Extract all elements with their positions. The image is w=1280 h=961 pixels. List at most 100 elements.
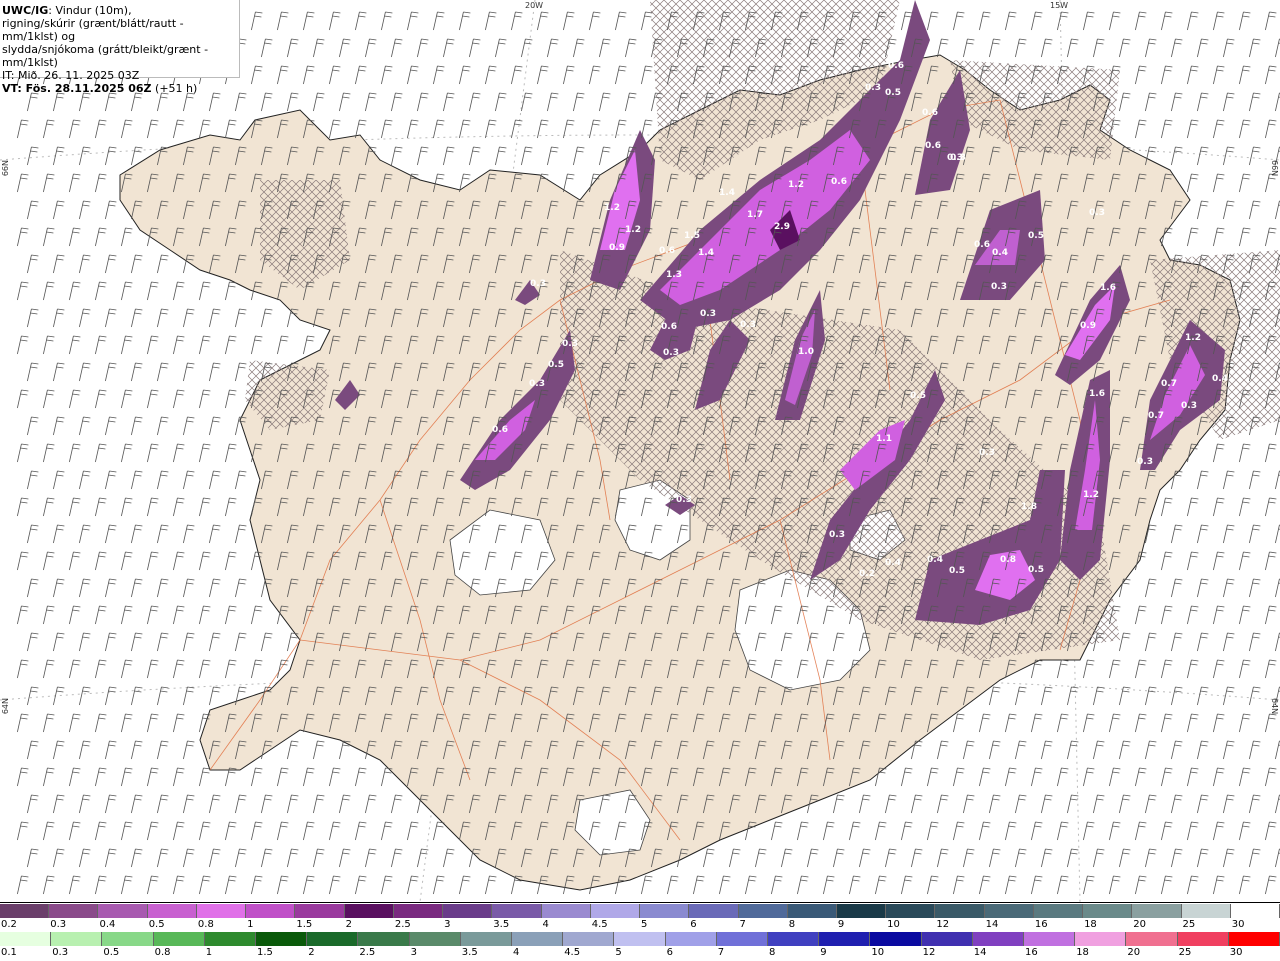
precip-value-label: 0.7 <box>1148 411 1164 421</box>
snow-label: 6 <box>690 919 697 930</box>
snow-label: 0.2 <box>1 919 17 930</box>
precip-value-label: 0.7 <box>1161 379 1177 389</box>
rain-colorbar-labels: 0.1 0.3 0.5 0.8 1 1.5 2 2.5 3 3.5 4 4.5 5 6 7 8 9 10 12 14 1… <box>0 947 1280 959</box>
snow-swatch <box>492 904 542 918</box>
rain-label: 2.5 <box>359 947 376 958</box>
snow-swatch <box>246 904 296 918</box>
precip-value-label: 0.5 <box>1028 231 1044 241</box>
valid-time: VT: Fös. 28.11.2025 06Z <box>2 82 152 95</box>
rain-label: 3 <box>410 947 417 958</box>
precip-value-label: 0.3 <box>865 83 881 93</box>
rain-swatch <box>972 932 1025 946</box>
rain-swatch <box>768 932 820 946</box>
precip-value-label: 0.3 <box>991 282 1007 292</box>
snow-swatch <box>196 904 247 918</box>
precip-value-label: 0.3 <box>979 448 995 458</box>
rain-label: 18 <box>1076 947 1089 958</box>
rain-label: 1.5 <box>257 947 273 958</box>
precip-value-label: 0.6 <box>925 141 941 151</box>
lat-label-66n-right: 66N <box>1270 160 1279 177</box>
snow-label: 0.5 <box>148 919 165 930</box>
snow-label: 0.8 <box>197 919 214 930</box>
snow-label: 7 <box>739 919 746 930</box>
rain-swatch <box>256 932 308 946</box>
precip-value-label: 1.4 <box>719 188 735 198</box>
rain-label: 16 <box>1025 947 1038 958</box>
snow-label: 2.5 <box>394 919 411 930</box>
snow-label: 0.4 <box>99 919 116 930</box>
rain-label: 7 <box>717 947 725 958</box>
precip-value-label: 0.3 <box>1137 457 1153 467</box>
precip-value-label: 0.6 <box>492 425 508 435</box>
snow-label: 20 <box>1133 919 1147 930</box>
weather-map: 0.60.30.50.60.60.31.21.20.91.41.21.72.91… <box>0 0 1280 902</box>
precip-value-label: 0.3 <box>700 309 716 319</box>
snow-swatch <box>98 904 148 918</box>
rain-label: 14 <box>973 947 987 958</box>
snow-swatch <box>984 904 1034 918</box>
precip-value-label: 0.9 <box>1080 321 1096 331</box>
precip-value-label: 0.2 <box>859 569 875 579</box>
precip-value-label: 1.7 <box>747 210 763 220</box>
snow-swatch <box>935 904 985 918</box>
rain-label: 0.3 <box>52 947 69 958</box>
snow-label: 4 <box>542 919 549 930</box>
precip-value-label: 1.5 <box>684 231 700 241</box>
snow-label: 9 <box>837 919 845 930</box>
precip-value-label: 0.4 <box>1212 374 1228 384</box>
rain-label: 9 <box>820 947 827 958</box>
snow-label: 25 <box>1182 919 1196 930</box>
precip-value-label: 0.4 <box>992 248 1008 258</box>
snow-swatch <box>344 904 394 918</box>
snow-colorbar <box>0 904 1280 918</box>
product-desc-2: rigning/skúrir (grænt/blátt/rautt - mm/1… <box>2 17 184 43</box>
snow-swatch <box>590 904 641 918</box>
lat-label-64n-right: 64N <box>1270 698 1279 715</box>
rain-swatch <box>870 932 922 946</box>
rain-label: 4 <box>513 947 520 958</box>
precip-value-label: 0.6 <box>888 61 904 71</box>
rain-label: 2 <box>308 947 315 958</box>
precip-value-label: 0.3 <box>1089 208 1105 218</box>
rain-swatch <box>716 932 769 946</box>
precip-value-label: 0.9 <box>609 243 625 253</box>
lat-label-64n-left: 64N <box>1 698 10 715</box>
precip-value-label: 1.2 <box>604 203 620 213</box>
snow-label: 10 <box>887 919 900 930</box>
rain-swatch <box>665 932 717 946</box>
rain-swatch <box>0 932 52 946</box>
precip-value-label: 0.3 <box>947 153 963 163</box>
precip-value-label: 0.3 <box>530 279 546 289</box>
rain-label: 0.5 <box>103 947 120 958</box>
snow-swatch <box>1033 904 1084 918</box>
snow-swatch <box>836 904 887 918</box>
product-desc-3: slydda/snjókoma (grátt/bleikt/grænt - mm… <box>2 43 209 69</box>
precip-value-label: 0.4 <box>885 558 901 568</box>
snow-swatch <box>738 904 788 918</box>
precip-legend: 0.2 0.3 0.4 0.5 0.8 1 1.5 2 2.5 3 3.5 4 4.5 5 6 7 8 9 10 12… <box>0 902 1280 961</box>
snow-swatch <box>443 904 493 918</box>
rain-swatch <box>921 932 973 946</box>
precip-value-label: 0.5 <box>885 88 901 98</box>
snow-swatch <box>787 904 837 918</box>
rain-label: 25 <box>1178 947 1192 958</box>
lon-label-20w: 20W <box>525 1 544 10</box>
precip-value-label: 0.3 <box>740 320 756 330</box>
rain-label: 5 <box>615 947 622 958</box>
snow-label: 1.5 <box>296 919 313 930</box>
snow-swatch <box>640 904 690 918</box>
product-desc-1: : Vindur (10m), <box>48 4 132 17</box>
rain-label: 6 <box>666 947 673 958</box>
rain-swatch <box>819 932 871 946</box>
rain-swatch <box>153 932 205 946</box>
snow-swatch <box>393 904 444 918</box>
rain-label: 10 <box>871 947 885 958</box>
rain-label: 0.8 <box>154 947 171 958</box>
rain-swatch <box>102 932 154 946</box>
precip-value-label: 1.3 <box>666 270 682 280</box>
precip-value-label: 1.2 <box>1083 490 1099 500</box>
precip-value-label: 2.9 <box>774 222 790 232</box>
precip-value-label: 0.3 <box>663 348 679 358</box>
precip-value-label: 1.6 <box>1100 283 1116 293</box>
precip-value-label: 1.4 <box>698 248 714 258</box>
